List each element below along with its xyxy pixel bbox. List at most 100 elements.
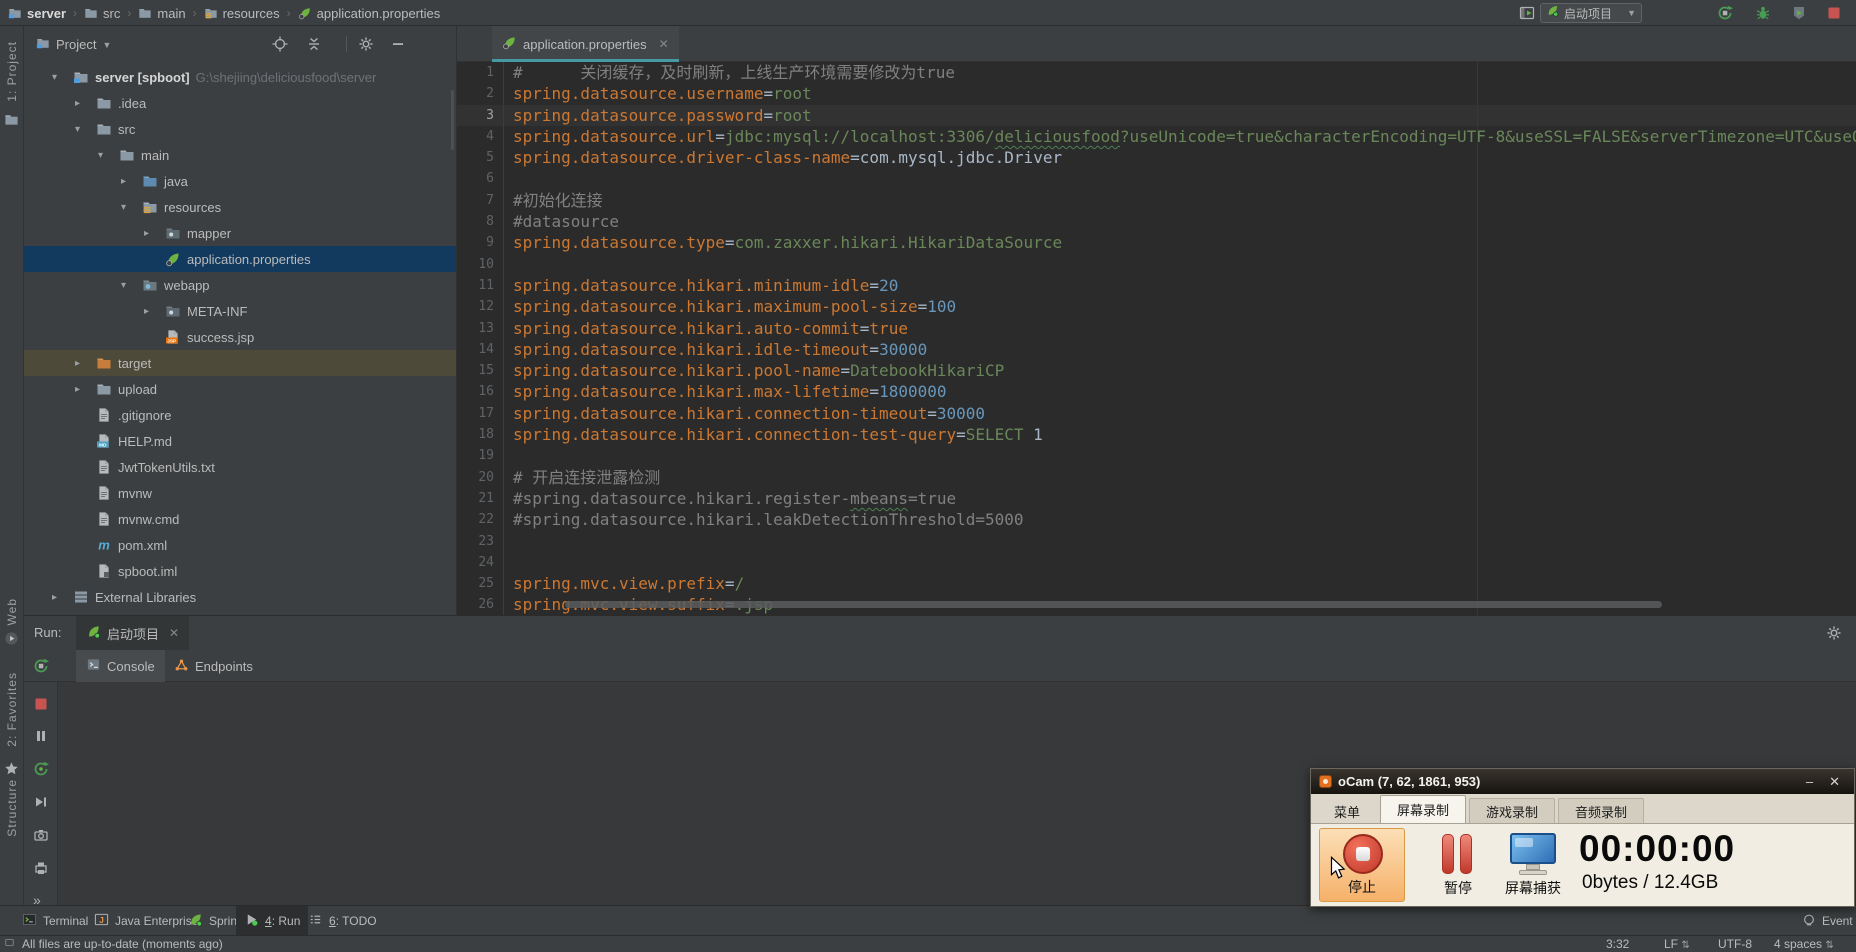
breadcrumb-item-src[interactable]: src <box>84 6 120 21</box>
horizontal-scrollbar[interactable] <box>565 601 1662 608</box>
close-icon[interactable]: ✕ <box>659 37 669 51</box>
tree-item-mvnw.cmd[interactable]: mvnw.cmd <box>24 506 456 532</box>
breadcrumb-item-application.properties[interactable]: application.properties <box>298 6 441 21</box>
tree-toggle-icon[interactable]: ▾ <box>75 124 96 135</box>
breadcrumb-item-main[interactable]: main <box>138 6 185 21</box>
tree-item-application.properties[interactable]: application.properties <box>24 246 456 272</box>
stripe-button-1: Project[interactable]: 1: Project <box>5 41 19 102</box>
stripe-button-Structure[interactable]: Structure <box>5 779 19 837</box>
tab-endpoints[interactable]: Endpoints <box>164 650 263 682</box>
encoding-widget[interactable]: UTF-8 <box>1718 937 1752 951</box>
tree-item-src[interactable]: ▾src <box>24 116 456 142</box>
tree-toggle-icon[interactable]: ▾ <box>98 150 119 161</box>
tree-item-main[interactable]: ▾main <box>24 142 456 168</box>
tree-toggle-icon[interactable]: ▸ <box>144 228 165 239</box>
printer-icon[interactable] <box>33 860 49 876</box>
ocam-tab-屏幕录制[interactable]: 屏幕录制 <box>1380 795 1466 823</box>
tree-toggle-icon[interactable]: ▸ <box>75 98 96 109</box>
tree-item-upload[interactable]: ▸upload <box>24 376 456 402</box>
tree-item-resources[interactable]: ▾resources <box>24 194 456 220</box>
tree-toggle-icon[interactable]: ▸ <box>75 358 96 369</box>
pause-icon[interactable] <box>33 728 49 744</box>
tree-item-.gitignore[interactable]: .gitignore <box>24 402 456 428</box>
tree-toggle-icon[interactable]: ▾ <box>52 72 73 83</box>
restart-icon[interactable] <box>33 761 49 777</box>
tree-scrollbar[interactable] <box>451 90 454 150</box>
skip-icon[interactable] <box>33 794 49 810</box>
collapse-all-icon[interactable] <box>306 36 322 52</box>
screen-capture-button[interactable]: 屏幕捕获 <box>1493 828 1573 902</box>
tree-toggle-icon[interactable]: ▸ <box>75 384 96 395</box>
editor-body[interactable]: 1# 关闭缓存，及时刷新，上线生产环境需要修改为true2spring.data… <box>457 62 1856 615</box>
code-line-7[interactable]: 7#初始化连接 <box>457 190 1856 211</box>
tool-window-button-TODO[interactable]: 6: TODO <box>300 906 385 936</box>
stripe-button-Web[interactable]: Web <box>5 598 19 625</box>
code-line-13[interactable]: 13spring.datasource.hikari.auto-commit=t… <box>457 318 1856 339</box>
tool-window-button-Terminal[interactable]: Terminal <box>14 906 96 936</box>
code-line-5[interactable]: 5spring.datasource.driver-class-name=com… <box>457 147 1856 168</box>
gear-icon[interactable] <box>1826 625 1842 641</box>
code-line-19[interactable]: 19 <box>457 445 1856 466</box>
tree-item-mvnw[interactable]: mvnw <box>24 480 456 506</box>
run-config-tab[interactable]: 启动项目 ✕ <box>76 616 189 650</box>
ocam-tab-游戏录制[interactable]: 游戏录制 <box>1469 798 1555 823</box>
code-line-10[interactable]: 10 <box>457 254 1856 275</box>
code-line-16[interactable]: 16spring.datasource.hikari.max-lifetime=… <box>457 381 1856 402</box>
tree-item-java[interactable]: ▸java <box>24 168 456 194</box>
stop-icon[interactable] <box>33 696 49 712</box>
code-line-21[interactable]: 21#spring.datasource.hikari.register-mbe… <box>457 488 1856 509</box>
ocam-title-bar[interactable]: oCam (7, 62, 1861, 953) – ✕ <box>1311 769 1854 794</box>
code-line-25[interactable]: 25spring.mvc.view.prefix=/ <box>457 573 1856 594</box>
tool-window-button-Run[interactable]: 4: Run <box>236 906 308 936</box>
tree-item-webapp[interactable]: ▾webapp <box>24 272 456 298</box>
code-line-18[interactable]: 18spring.datasource.hikari.connection-te… <box>457 424 1856 445</box>
code-line-3[interactable]: 3spring.datasource.password=root <box>457 105 1856 126</box>
camera-icon[interactable] <box>33 827 49 843</box>
tree-item-JwtTokenUtils.txt[interactable]: JwtTokenUtils.txt <box>24 454 456 480</box>
tree-item-META-INF[interactable]: ▸META-INF <box>24 298 456 324</box>
tree-item-server[interactable]: ▾server [spboot]G:\shejiing\deliciousfoo… <box>24 64 456 90</box>
tab-console[interactable]: Console <box>76 650 165 682</box>
tree-item-External Libraries[interactable]: ▸External Libraries <box>24 584 456 610</box>
editor-tab-application-properties[interactable]: application.properties ✕ <box>492 26 679 62</box>
project-stripe-icon[interactable] <box>4 112 19 127</box>
ocam-tab-菜单[interactable]: 菜单 <box>1317 798 1377 823</box>
debug-icon[interactable] <box>1755 5 1771 21</box>
stripe-button-2: Favorites[interactable]: 2: Favorites <box>5 672 19 747</box>
tree-item-success.jsp[interactable]: JSPsuccess.jsp <box>24 324 456 350</box>
indent-widget[interactable]: 4 spaces ⇅ <box>1774 937 1834 951</box>
breadcrumb-item-server[interactable]: server <box>8 6 66 21</box>
tree-item-target[interactable]: ▸target <box>24 350 456 376</box>
hide-panel-icon[interactable] <box>390 36 406 52</box>
tree-item-mapper[interactable]: ▸mapper <box>24 220 456 246</box>
code-line-15[interactable]: 15spring.datasource.hikari.pool-name=Dat… <box>457 360 1856 381</box>
tree-toggle-icon[interactable]: ▸ <box>144 306 165 317</box>
close-button[interactable]: ✕ <box>1829 774 1840 790</box>
project-view-selector[interactable]: Project ▼ <box>36 36 111 53</box>
code-line-11[interactable]: 11spring.datasource.hikari.minimum-idle=… <box>457 275 1856 296</box>
code-line-20[interactable]: 20# 开启连接泄露检测 <box>457 467 1856 488</box>
stop-icon[interactable] <box>1826 5 1842 21</box>
tree-item-HELP.md[interactable]: MDHELP.md <box>24 428 456 454</box>
code-line-6[interactable]: 6 <box>457 168 1856 189</box>
rerun-icon[interactable] <box>1717 5 1733 21</box>
code-line-4[interactable]: 4spring.datasource.url=jdbc:mysql://loca… <box>457 126 1856 147</box>
code-line-24[interactable]: 24 <box>457 552 1856 573</box>
run-config-combo[interactable]: 启动项目 ▼ <box>1540 3 1642 23</box>
favorites-star-icon[interactable] <box>4 761 19 776</box>
tree-toggle-icon[interactable]: ▾ <box>121 202 142 213</box>
profile-icon[interactable] <box>1791 5 1807 21</box>
tree-toggle-icon[interactable]: ▾ <box>121 280 142 291</box>
code-line-9[interactable]: 9spring.datasource.type=com.zaxxer.hikar… <box>457 232 1856 253</box>
tree-toggle-icon[interactable]: ▸ <box>52 592 73 603</box>
gear-icon[interactable] <box>358 36 374 52</box>
code-line-17[interactable]: 17spring.datasource.hikari.connection-ti… <box>457 403 1856 424</box>
locate-icon[interactable] <box>272 36 288 52</box>
event-log-button[interactable]: Event Log <box>1802 906 1856 936</box>
tree-item-pom.xml[interactable]: mpom.xml <box>24 532 456 558</box>
close-icon[interactable]: ✕ <box>169 626 179 640</box>
pause-recording-button[interactable]: 暂停 <box>1423 828 1493 902</box>
ocam-tab-音频录制[interactable]: 音频录制 <box>1558 798 1644 823</box>
line-separator-widget[interactable]: LF ⇅ <box>1664 937 1690 951</box>
tree-toggle-icon[interactable]: ▸ <box>121 176 142 187</box>
